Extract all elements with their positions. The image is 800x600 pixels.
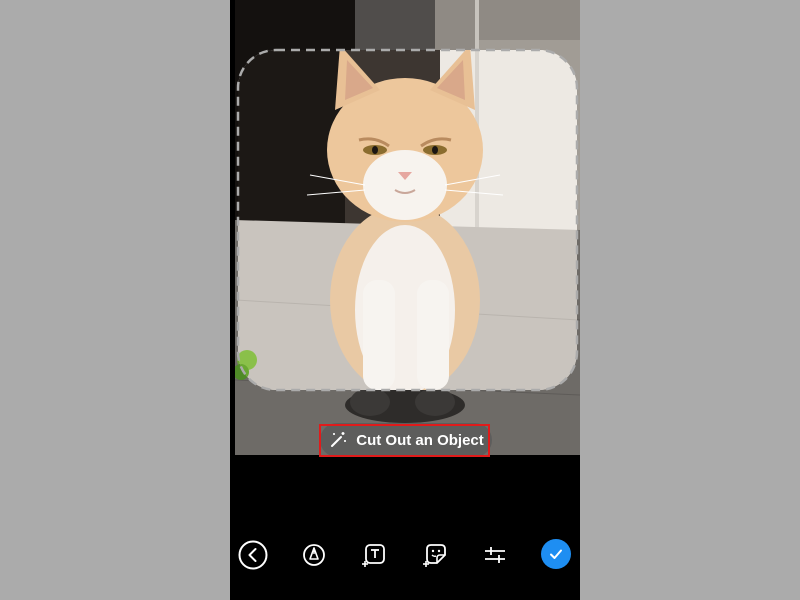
adjust-sliders-icon <box>485 547 505 563</box>
add-text-icon <box>362 544 385 567</box>
add-sticker-button[interactable] <box>419 539 451 571</box>
magic-wand-icon <box>331 432 347 447</box>
done-check-icon <box>550 549 562 559</box>
photo-canvas[interactable] <box>235 0 580 455</box>
cat-photo <box>235 0 580 455</box>
editor-toolbar <box>230 530 580 580</box>
adjust-button[interactable] <box>479 539 511 571</box>
add-text-button[interactable] <box>358 539 390 571</box>
back-button[interactable] <box>237 539 269 571</box>
draw-pen-icon <box>303 544 325 566</box>
photo-editor-screen: Cut Out an Object <box>230 0 580 600</box>
back-icon <box>238 540 268 570</box>
cut-out-object-button[interactable]: Cut Out an Object <box>320 423 492 457</box>
cut-out-object-label: Cut Out an Object <box>356 431 484 449</box>
done-button[interactable] <box>541 539 571 569</box>
draw-button[interactable] <box>298 539 330 571</box>
add-sticker-icon <box>423 544 446 567</box>
